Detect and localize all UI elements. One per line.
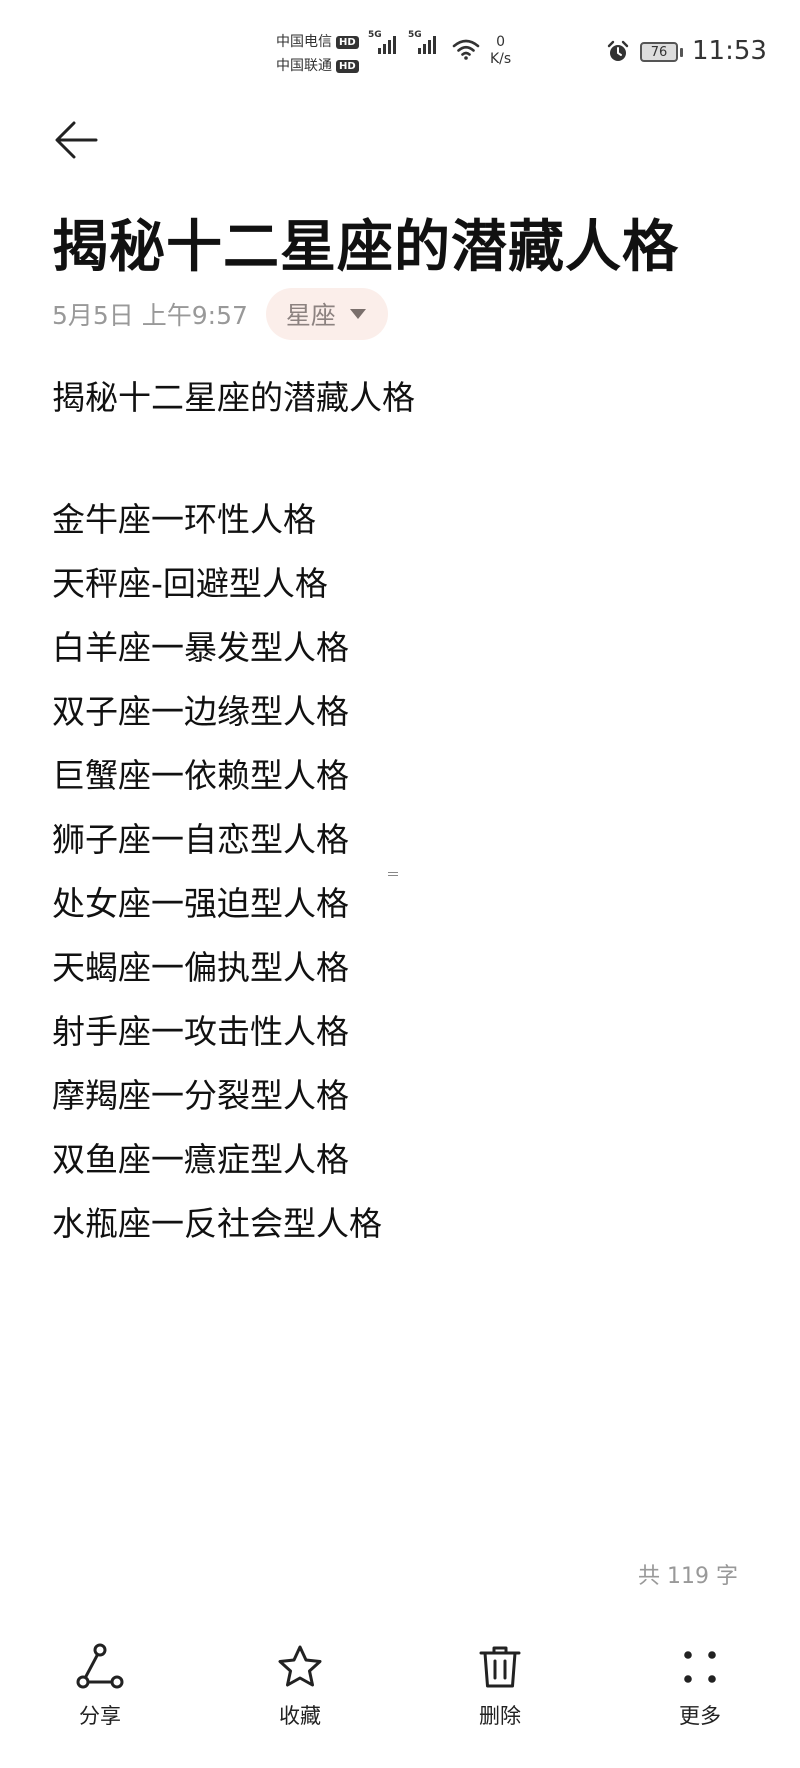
signal-icon: 5G [368, 30, 396, 54]
note-line: 金牛座一环性人格 [52, 500, 316, 539]
note-body[interactable]: 揭秘十二星座的潜藏人格 金牛座一环性人格 天秤座-回避型人格 白羊座一暴发型人格… [52, 366, 415, 1256]
more-label: 更多 [679, 1704, 721, 1728]
favorite-button[interactable]: 收藏 [200, 1630, 400, 1760]
arrow-left-icon [55, 121, 98, 159]
star-icon [278, 1645, 322, 1687]
wifi-icon [452, 39, 480, 60]
battery-level: 76 [650, 44, 668, 60]
status-time: 11:53 [692, 36, 767, 66]
favorite-label: 收藏 [279, 1704, 321, 1728]
share-button[interactable]: 分享 [0, 1630, 200, 1760]
category-dropdown[interactable]: 星座 [265, 288, 388, 340]
caret-down-icon [349, 309, 366, 319]
trash-icon [479, 1646, 521, 1688]
more-button[interactable]: 更多 [600, 1630, 800, 1760]
battery-tip [680, 48, 683, 57]
note-line: 天蝎座一偏执型人格 [52, 948, 349, 987]
note-line: 摩羯座一分裂型人格 [52, 1076, 349, 1115]
share-icon [76, 1643, 124, 1689]
back-button[interactable] [48, 112, 104, 168]
battery-icon: 76 [640, 42, 678, 62]
note-meta: 5月5日 上午9:57 星座 [52, 288, 388, 340]
carrier-1: 中国电信 [276, 34, 332, 50]
more-dots-icon [684, 1651, 716, 1683]
network-tag: 5G [408, 30, 422, 40]
signal-indicators: 5G 5G [368, 30, 436, 54]
category-label: 星座 [285, 301, 336, 330]
hd-badge: HD [336, 59, 359, 73]
bottom-toolbar: 分享 收藏 删除 更多 [0, 1630, 800, 1760]
status-bar: 中国电信 HD 中国联通 HD 5G 5G 0 K/s 76 11:53 [0, 0, 800, 100]
signal-icon: 5G [408, 30, 436, 54]
carrier-2: 中国联通 [276, 58, 332, 74]
net-speed: 0 K/s [490, 34, 511, 68]
network-tag: 5G [368, 30, 382, 40]
note-line: 水瓶座一反社会型人格 [52, 1204, 382, 1243]
note-line: 巨蟹座一依赖型人格 [52, 756, 349, 795]
note-line: 处女座一强迫型人格 [52, 884, 349, 923]
share-label: 分享 [79, 1704, 121, 1728]
net-speed-unit: K/s [490, 51, 512, 67]
note-date: 5月5日 上午9:57 [52, 301, 248, 330]
note-line: 天秤座-回避型人格 [52, 564, 328, 603]
text-cursor-handle [388, 872, 398, 878]
note-line: 双子座一边缘型人格 [52, 692, 349, 731]
note-line: 双鱼座一癔症型人格 [52, 1140, 349, 1179]
delete-label: 删除 [479, 1704, 521, 1728]
delete-button[interactable]: 删除 [400, 1630, 600, 1760]
note-line: 白羊座一暴发型人格 [52, 628, 349, 667]
hd-badge: HD [336, 35, 359, 49]
note-line: 揭秘十二星座的潜藏人格 [52, 378, 415, 417]
carrier-info: 中国电信 HD 中国联通 HD [276, 30, 359, 78]
alarm-icon [607, 40, 629, 61]
net-speed-value: 0 [496, 34, 506, 50]
note-line: 射手座一攻击性人格 [52, 1012, 349, 1051]
word-count: 共 119 字 [638, 1564, 738, 1589]
note-title[interactable]: 揭秘十二星座的潜藏人格 [52, 202, 679, 283]
note-line: 狮子座一自恋型人格 [52, 820, 349, 859]
